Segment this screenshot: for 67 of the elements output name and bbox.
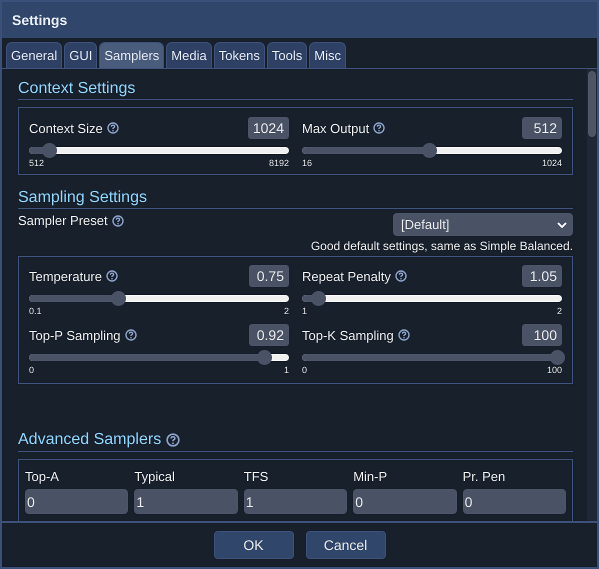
value-field[interactable]: 1.05 xyxy=(522,265,562,287)
slider-label: Temperature xyxy=(29,268,102,284)
tab[interactable]: Tools xyxy=(266,42,308,68)
scrollbar[interactable] xyxy=(587,69,597,521)
dialog-button[interactable]: OK xyxy=(214,531,294,559)
slider-thumb[interactable] xyxy=(310,291,326,306)
section-heading: Advanced Samplers xyxy=(18,430,162,450)
slider-thumb[interactable] xyxy=(422,143,437,158)
input-field[interactable]: 1 xyxy=(244,489,348,514)
max-label: 2 xyxy=(284,306,289,316)
min-label: 512 xyxy=(29,158,44,168)
preset-description: Good default settings, same as Simple Balanced. xyxy=(310,239,573,253)
field-label: Min-P xyxy=(353,469,388,484)
slider-label: Top-K Sampling xyxy=(302,328,394,342)
section-heading: Sampling Settings xyxy=(18,188,147,208)
help-icon[interactable] xyxy=(398,329,410,341)
max-label: 100 xyxy=(546,365,562,375)
min-label: 0.1 xyxy=(29,306,42,316)
help-icon[interactable] xyxy=(106,122,119,134)
field-label: Typical xyxy=(134,469,176,484)
min-label: 0 xyxy=(302,365,308,375)
window-title: Settings xyxy=(12,12,68,28)
tab[interactable]: Misc xyxy=(309,42,346,68)
field-label: Top-A xyxy=(25,469,60,484)
dialog-button[interactable]: Cancel xyxy=(306,531,386,559)
slider-thumb[interactable] xyxy=(42,143,57,158)
max-label: 1024 xyxy=(542,158,562,168)
slider-thumb[interactable] xyxy=(111,291,126,306)
scrollbar-thumb[interactable] xyxy=(588,71,596,137)
value-field[interactable]: 100 xyxy=(522,324,562,346)
min-label: 0 xyxy=(29,365,34,375)
value-field[interactable]: 0.92 xyxy=(249,324,289,346)
slider-label: Max Output xyxy=(302,120,370,136)
max-label: 1 xyxy=(284,365,289,375)
section-heading: Context Settings xyxy=(18,79,136,99)
tab[interactable]: GUI xyxy=(64,42,98,68)
tab[interactable]: Samplers xyxy=(99,42,164,68)
slider-thumb[interactable] xyxy=(256,350,272,365)
min-label: 16 xyxy=(302,158,312,168)
help-icon[interactable] xyxy=(373,122,386,134)
input-field[interactable]: 0 xyxy=(353,489,457,514)
slider-thumb[interactable] xyxy=(550,350,565,365)
help-icon[interactable] xyxy=(166,433,180,447)
field-label: Pr. Pen xyxy=(462,469,506,484)
tab[interactable]: Tokens xyxy=(214,42,265,68)
tab[interactable]: General xyxy=(6,42,62,68)
help-icon[interactable] xyxy=(124,329,137,341)
preset-dropdown[interactable]: [Default] xyxy=(393,213,573,236)
input-field[interactable]: 0 xyxy=(462,489,566,514)
max-label: 8192 xyxy=(268,158,289,168)
help-icon[interactable] xyxy=(394,270,407,282)
input-field[interactable]: 1 xyxy=(134,489,238,514)
slider-label: Top-P Sampling xyxy=(29,328,121,342)
slider-label: Repeat Penalty xyxy=(302,268,391,284)
input-field[interactable]: 0 xyxy=(25,489,128,514)
preset-label: Sampler Preset xyxy=(18,213,108,228)
value-field[interactable]: 0.75 xyxy=(249,265,289,287)
value-field[interactable]: 1024 xyxy=(248,117,289,139)
tab[interactable]: Media xyxy=(166,42,212,68)
slider-label: Context Size xyxy=(29,120,103,136)
min-label: 1 xyxy=(302,306,308,316)
value-field[interactable]: 512 xyxy=(522,117,562,139)
max-label: 2 xyxy=(556,306,562,316)
help-icon[interactable] xyxy=(112,215,124,227)
help-icon[interactable] xyxy=(106,270,118,282)
chevron-icon xyxy=(557,222,567,228)
field-label: TFS xyxy=(244,469,270,484)
